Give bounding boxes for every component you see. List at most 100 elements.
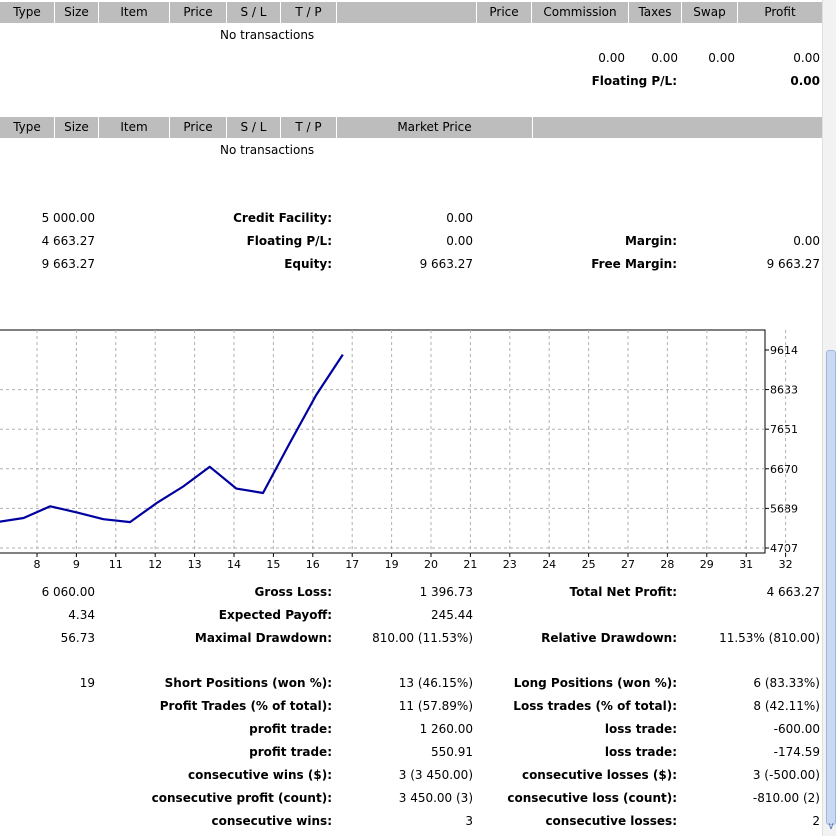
gross-loss-label: Gross Loss: xyxy=(254,585,332,599)
total-taxes: 0.00 xyxy=(651,51,678,65)
column-header-profit[interactable]: Profit xyxy=(738,2,822,23)
credit-value: 0.00 xyxy=(446,211,473,225)
average-profit-label: profit trade: xyxy=(249,745,332,759)
margin-label: Margin: xyxy=(624,234,677,248)
total-profit: 0.00 xyxy=(793,51,820,65)
chart-y-tick-label: 5689 xyxy=(770,502,798,515)
chart-x-tick-label: 14 xyxy=(227,558,241,570)
relative-drawdown-label: Relative Drawdown: xyxy=(541,631,677,645)
chart-x-tick-label: 24 xyxy=(542,558,556,570)
column-header-close-price[interactable]: Price xyxy=(477,2,532,23)
max-consecutive-loss-label: consecutive loss (count): xyxy=(507,791,677,805)
max-consecutive-loss-value: -810.00 (2) xyxy=(752,791,820,805)
chart-x-tick-label: 16 xyxy=(306,558,320,570)
chart-x-tick-label: 23 xyxy=(503,558,517,570)
relative-drawdown-value: 11.53% (810.00) xyxy=(719,631,820,645)
profit-trades-label: Profit Trades (% of total): xyxy=(159,699,332,713)
largest-profit-label: profit trade: xyxy=(249,722,332,736)
max-consecutive-losses-label: consecutive losses ($): xyxy=(521,768,677,782)
chart-x-tick-label: 29 xyxy=(700,558,714,570)
long-positions-value: 6 (83.33%) xyxy=(753,676,820,690)
chart-x-tick-label: 13 xyxy=(188,558,202,570)
orders-header-tp[interactable]: T / P xyxy=(281,117,337,138)
account-floating-label: Floating P/L: xyxy=(246,234,332,248)
chart-x-tick-label: 32 xyxy=(779,558,793,570)
chart-x-tick-label: 19 xyxy=(385,558,399,570)
balance-value: 9 663.27 xyxy=(41,257,95,271)
max-consecutive-wins-label: consecutive wins ($): xyxy=(187,768,332,782)
total-net-profit-label: Total Net Profit: xyxy=(569,585,677,599)
column-header-price[interactable]: Price xyxy=(170,2,227,23)
total-net-profit-value: 4 663.27 xyxy=(766,585,820,599)
chart-x-tick-label: 12 xyxy=(148,558,162,570)
chart-x-tick-label: 15 xyxy=(266,558,280,570)
short-positions-value: 13 (46.15%) xyxy=(398,676,473,690)
account-floating-value: 0.00 xyxy=(446,234,473,248)
column-header-size[interactable]: Size xyxy=(55,2,99,23)
equity-label: Equity: xyxy=(284,257,332,271)
absolute-drawdown-value: 56.73 xyxy=(60,631,95,645)
chart-y-tick-label: 6670 xyxy=(770,463,798,476)
trades-empty-text: No transactions xyxy=(220,28,315,42)
column-header-item[interactable]: Item xyxy=(99,2,170,23)
margin-value: 0.00 xyxy=(793,234,820,248)
closed-pl-value: 4 663.27 xyxy=(41,234,95,248)
chart-y-tick-label: 7651 xyxy=(770,423,798,436)
scrollbar-thumb[interactable] xyxy=(826,350,836,825)
column-header-tp[interactable]: T / P xyxy=(281,2,337,23)
trades-floating-label: Floating P/L: xyxy=(591,74,677,88)
orders-empty-text: No transactions xyxy=(220,143,315,157)
largest-loss-value: -600.00 xyxy=(773,722,820,736)
profit-factor-value: 4.34 xyxy=(68,608,95,622)
long-positions-label: Long Positions (won %): xyxy=(513,676,677,690)
orders-table-header: Type Size Item Price S / L T / P Market … xyxy=(0,117,822,138)
chart-y-tick-label: 4707 xyxy=(770,542,798,555)
orders-header-market-price[interactable]: Market Price xyxy=(337,117,533,138)
equity-value: 9 663.27 xyxy=(419,257,473,271)
average-loss-value: -174.59 xyxy=(773,745,820,759)
average-consecutive-losses-label: consecutive losses: xyxy=(545,814,677,828)
largest-loss-label: loss trade: xyxy=(604,722,677,736)
column-header-blank xyxy=(337,2,477,23)
chart-x-tick-label: 27 xyxy=(621,558,635,570)
loss-trades-label: Loss trades (% of total): xyxy=(513,699,677,713)
credit-label: Credit Facility: xyxy=(233,211,332,225)
column-header-type[interactable]: Type xyxy=(0,2,55,23)
orders-header-price[interactable]: Price xyxy=(170,117,227,138)
maximal-drawdown-value: 810.00 (11.53%) xyxy=(372,631,473,645)
chart-x-tick-label: 9 xyxy=(73,558,80,570)
chart-x-tick-label: 11 xyxy=(109,558,123,570)
max-consecutive-wins-value: 3 (3 450.00) xyxy=(398,768,473,782)
chart-x-tick-label: 20 xyxy=(424,558,438,570)
balance-chart: 9614 8633 7651 6670 5689 4707 8 9 11 12 13 14 15 16 17… xyxy=(0,329,798,570)
scroll-down-arrow-icon[interactable]: ∨ xyxy=(826,820,836,834)
loss-trades-value: 8 (42.11%) xyxy=(753,699,820,713)
average-loss-label: loss trade: xyxy=(604,745,677,759)
orders-header-type[interactable]: Type xyxy=(0,117,55,138)
column-header-sl[interactable]: S / L xyxy=(227,2,281,23)
deposit-value: 5 000.00 xyxy=(41,211,95,225)
maximal-drawdown-label: Maximal Drawdown: xyxy=(194,631,332,645)
chart-x-tick-label: 8 xyxy=(34,558,41,570)
chart-y-tick-label: 9614 xyxy=(770,344,798,357)
short-positions-label: Short Positions (won %): xyxy=(164,676,332,690)
max-consecutive-profit-value: 3 450.00 (3) xyxy=(398,791,473,805)
average-consecutive-losses-value: 2 xyxy=(812,814,820,828)
max-consecutive-losses-value: 3 (-500.00) xyxy=(752,768,820,782)
column-header-taxes[interactable]: Taxes xyxy=(629,2,682,23)
orders-header-sl[interactable]: S / L xyxy=(227,117,281,138)
expected-payoff-value: 245.44 xyxy=(431,608,473,622)
trades-floating-value: 0.00 xyxy=(790,74,820,88)
max-consecutive-profit-label: consecutive profit (count): xyxy=(151,791,332,805)
orders-header-item[interactable]: Item xyxy=(99,117,170,138)
average-consecutive-wins-value: 3 xyxy=(465,814,473,828)
gross-loss-value: 1 396.73 xyxy=(419,585,473,599)
total-swap: 0.00 xyxy=(708,51,735,65)
orders-header-size[interactable]: Size xyxy=(55,117,99,138)
trades-table-header: Type Size Item Price S / L T / P Price C… xyxy=(0,2,822,23)
column-header-commission[interactable]: Commission xyxy=(532,2,629,23)
column-header-swap[interactable]: Swap xyxy=(682,2,738,23)
average-profit-value: 550.91 xyxy=(431,745,473,759)
expected-payoff-label: Expected Payoff: xyxy=(218,608,332,622)
total-commission: 0.00 xyxy=(598,51,625,65)
